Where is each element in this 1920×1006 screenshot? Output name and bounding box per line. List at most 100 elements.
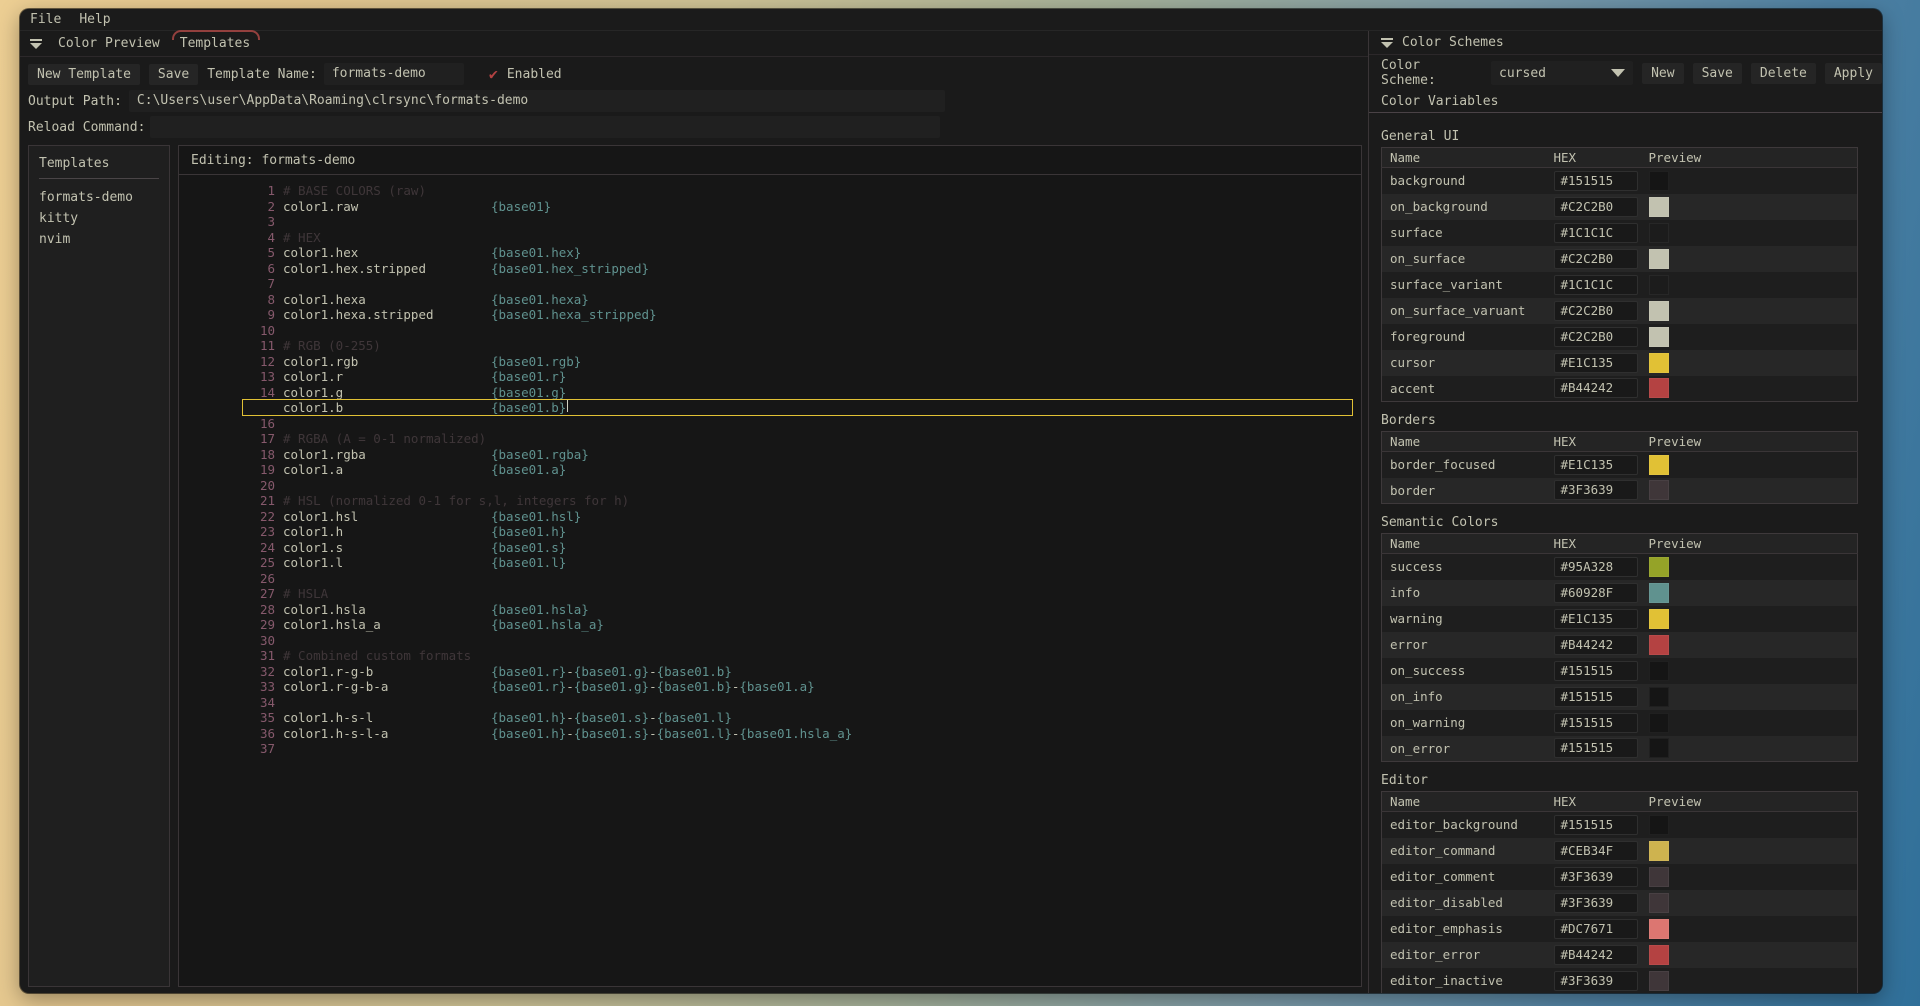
editor-line[interactable]: 5color1.hex{base01.hex}: [179, 245, 1361, 261]
color-swatch[interactable]: [1649, 583, 1669, 603]
color-swatch[interactable]: [1649, 919, 1669, 939]
color-swatch[interactable]: [1649, 841, 1669, 861]
hex-input[interactable]: #151515: [1554, 687, 1638, 707]
hex-input[interactable]: #E1C135: [1554, 455, 1638, 475]
save-scheme-button[interactable]: Save: [1693, 63, 1742, 84]
editor-line[interactable]: 6color1.hex.stripped{base01.hex_stripped…: [179, 261, 1361, 277]
hex-input[interactable]: #151515: [1554, 661, 1638, 681]
editor-line[interactable]: 18color1.rgba{base01.rgba}: [179, 447, 1361, 463]
template-list-item[interactable]: formats-demo: [39, 187, 159, 208]
color-swatch[interactable]: [1649, 713, 1669, 733]
color-swatch[interactable]: [1649, 893, 1669, 913]
color-swatch[interactable]: [1649, 945, 1669, 965]
hex-input[interactable]: #3F3639: [1554, 480, 1638, 500]
color-swatch[interactable]: [1649, 609, 1669, 629]
editor-line[interactable]: 20: [179, 478, 1361, 494]
editor-line[interactable]: 32color1.r-g-b{base01.r}-{base01.g}-{bas…: [179, 664, 1361, 680]
hex-input[interactable]: #C2C2B0: [1554, 249, 1638, 269]
editor-line[interactable]: 28color1.hsla{base01.hsla}: [179, 602, 1361, 618]
editor-line[interactable]: 35color1.h-s-l{base01.h}-{base01.s}-{bas…: [179, 710, 1361, 726]
color-swatch[interactable]: [1649, 738, 1669, 758]
new-scheme-button[interactable]: New: [1642, 63, 1683, 84]
color-swatch[interactable]: [1649, 301, 1669, 321]
color-swatch[interactable]: [1649, 275, 1669, 295]
editor-code-area[interactable]: 1# BASE COLORS (raw)2color1.raw{base01}3…: [179, 183, 1361, 757]
collapse-panel-icon[interactable]: [30, 39, 42, 49]
menu-help[interactable]: Help: [79, 12, 110, 27]
hex-input[interactable]: #C2C2B0: [1554, 301, 1638, 321]
hex-input[interactable]: #B44242: [1554, 945, 1638, 965]
hex-input[interactable]: #3F3639: [1554, 867, 1638, 887]
color-swatch[interactable]: [1649, 971, 1669, 991]
template-list-item[interactable]: nvim: [39, 229, 159, 250]
color-swatch[interactable]: [1649, 480, 1669, 500]
color-swatch[interactable]: [1649, 661, 1669, 681]
editor-line[interactable]: 21# HSL (normalized 0-1 for s,l, integer…: [179, 493, 1361, 509]
template-list-item[interactable]: kitty: [39, 208, 159, 229]
apply-scheme-button[interactable]: Apply: [1825, 63, 1882, 84]
editor-line[interactable]: 24color1.s{base01.s}: [179, 540, 1361, 556]
hex-input[interactable]: #3F3639: [1554, 971, 1638, 991]
delete-scheme-button[interactable]: Delete: [1751, 63, 1816, 84]
color-swatch[interactable]: [1649, 171, 1669, 191]
enabled-checkbox[interactable]: ✔: [489, 65, 498, 83]
collapse-panel-icon[interactable]: [1381, 38, 1393, 48]
output-path-input[interactable]: C:\Users\user\AppData\Roaming\clrsync\fo…: [129, 90, 945, 112]
editor-line[interactable]: 23color1.h{base01.h}: [179, 524, 1361, 540]
editor-line[interactable]: 2color1.raw{base01}: [179, 199, 1361, 215]
editor-line[interactable]: 1# BASE COLORS (raw): [179, 183, 1361, 199]
editor-line[interactable]: 29color1.hsla_a{base01.hsla_a}: [179, 617, 1361, 633]
editor-line[interactable]: 8color1.hexa{base01.hexa}: [179, 292, 1361, 308]
color-swatch[interactable]: [1649, 815, 1669, 835]
color-swatch[interactable]: [1649, 353, 1669, 373]
editor-line[interactable]: 12color1.rgb{base01.rgb}: [179, 354, 1361, 370]
editor-line[interactable]: 7: [179, 276, 1361, 292]
editor-line[interactable]: 25color1.l{base01.l}: [179, 555, 1361, 571]
editor-line[interactable]: 31# Combined custom formats: [179, 648, 1361, 664]
hex-input[interactable]: #151515: [1554, 815, 1638, 835]
save-template-button[interactable]: Save: [149, 64, 198, 85]
hex-input[interactable]: #E1C135: [1554, 609, 1638, 629]
new-template-button[interactable]: New Template: [28, 64, 140, 85]
hex-input[interactable]: #B44242: [1554, 635, 1638, 655]
color-swatch[interactable]: [1649, 557, 1669, 577]
tab-templates[interactable]: Templates: [176, 34, 254, 53]
editor-line[interactable]: 3: [179, 214, 1361, 230]
color-swatch[interactable]: [1649, 455, 1669, 475]
reload-command-input[interactable]: [150, 116, 940, 138]
editor-line[interactable]: 36color1.h-s-l-a{base01.h}-{base01.s}-{b…: [179, 726, 1361, 742]
editor-line[interactable]: 30: [179, 633, 1361, 649]
hex-input[interactable]: #151515: [1554, 171, 1638, 191]
editor-line[interactable]: 27# HSLA: [179, 586, 1361, 602]
editor-line[interactable]: 26: [179, 571, 1361, 587]
editor-line[interactable]: 22color1.hsl{base01.hsl}: [179, 509, 1361, 525]
editor-line[interactable]: 33color1.r-g-b-a{base01.r}-{base01.g}-{b…: [179, 679, 1361, 695]
hex-input[interactable]: #151515: [1554, 713, 1638, 733]
hex-input[interactable]: #3F3639: [1554, 893, 1638, 913]
hex-input[interactable]: #C2C2B0: [1554, 327, 1638, 347]
editor-line[interactable]: 16: [179, 416, 1361, 432]
hex-input[interactable]: #B44242: [1554, 378, 1638, 398]
color-swatch[interactable]: [1649, 687, 1669, 707]
editor-line[interactable]: 19color1.a{base01.a}: [179, 462, 1361, 478]
hex-input[interactable]: #95A328: [1554, 557, 1638, 577]
editor-line[interactable]: 10: [179, 323, 1361, 339]
hex-input[interactable]: #1C1C1C: [1554, 275, 1638, 295]
color-swatch[interactable]: [1649, 197, 1669, 217]
tab-color-preview[interactable]: Color Preview: [54, 34, 164, 53]
color-swatch[interactable]: [1649, 327, 1669, 347]
hex-input[interactable]: #151515: [1554, 738, 1638, 758]
editor-current-line[interactable]: 15color1.b{base01.b}: [179, 400, 1361, 416]
editor-line[interactable]: 34: [179, 695, 1361, 711]
menu-file[interactable]: File: [30, 12, 61, 27]
template-name-input[interactable]: formats-demo: [324, 63, 464, 85]
hex-input[interactable]: #C2C2B0: [1554, 197, 1638, 217]
color-swatch[interactable]: [1649, 635, 1669, 655]
hex-input[interactable]: #CEB34F: [1554, 841, 1638, 861]
hex-input[interactable]: #E1C135: [1554, 353, 1638, 373]
color-swatch[interactable]: [1649, 249, 1669, 269]
hex-input[interactable]: #DC7671: [1554, 919, 1638, 939]
editor-line[interactable]: 37: [179, 741, 1361, 757]
editor-line[interactable]: 4# HEX: [179, 230, 1361, 246]
color-swatch[interactable]: [1649, 378, 1669, 398]
